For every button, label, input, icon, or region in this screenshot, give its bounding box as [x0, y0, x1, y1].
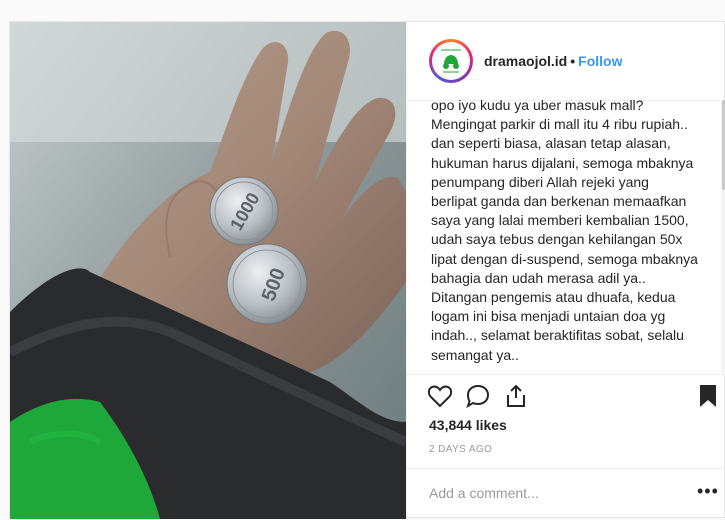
instagram-post: 1000 500 dramaojol.id • Follow opo iyo k…	[9, 21, 725, 519]
separator-dot: •	[570, 53, 576, 69]
green-scooter-logo-icon	[433, 43, 469, 79]
follow-button[interactable]: Follow	[578, 53, 622, 69]
post-photo[interactable]: 1000 500	[10, 22, 406, 519]
post-author-line: dramaojol.id • Follow	[484, 53, 622, 69]
avatar[interactable]	[429, 39, 473, 83]
comment-input[interactable]	[429, 485, 669, 501]
post-timestamp[interactable]: 2 DAYS AGO	[429, 444, 492, 455]
coin-labels: 1000 500	[226, 189, 290, 304]
caption-scroll-area[interactable]: opo iyo kudu ya uber masuk mall? Menging…	[407, 100, 717, 374]
comment-bubble-icon[interactable]	[465, 383, 491, 409]
caption-scrollbar[interactable]	[721, 100, 725, 374]
username-link[interactable]: dramaojol.id	[484, 53, 567, 69]
likes-count[interactable]: 43,844 likes	[429, 417, 507, 433]
comment-box: •••	[407, 468, 725, 520]
action-bar	[407, 374, 725, 415]
more-options-button[interactable]: •••	[697, 481, 719, 502]
post-caption: opo iyo kudu ya uber masuk mall? Menging…	[431, 100, 698, 374]
post-side-panel: dramaojol.id • Follow opo iyo kudu ya uber…	[406, 22, 725, 519]
post-header: dramaojol.id • Follow	[407, 22, 725, 101]
avatar-image	[432, 42, 470, 80]
share-icon[interactable]	[503, 383, 529, 409]
coin-500-label: 500	[258, 265, 290, 304]
bookmark-icon[interactable]	[695, 383, 721, 409]
coin-1000-label: 1000	[226, 189, 263, 234]
heart-icon[interactable]	[427, 383, 453, 409]
